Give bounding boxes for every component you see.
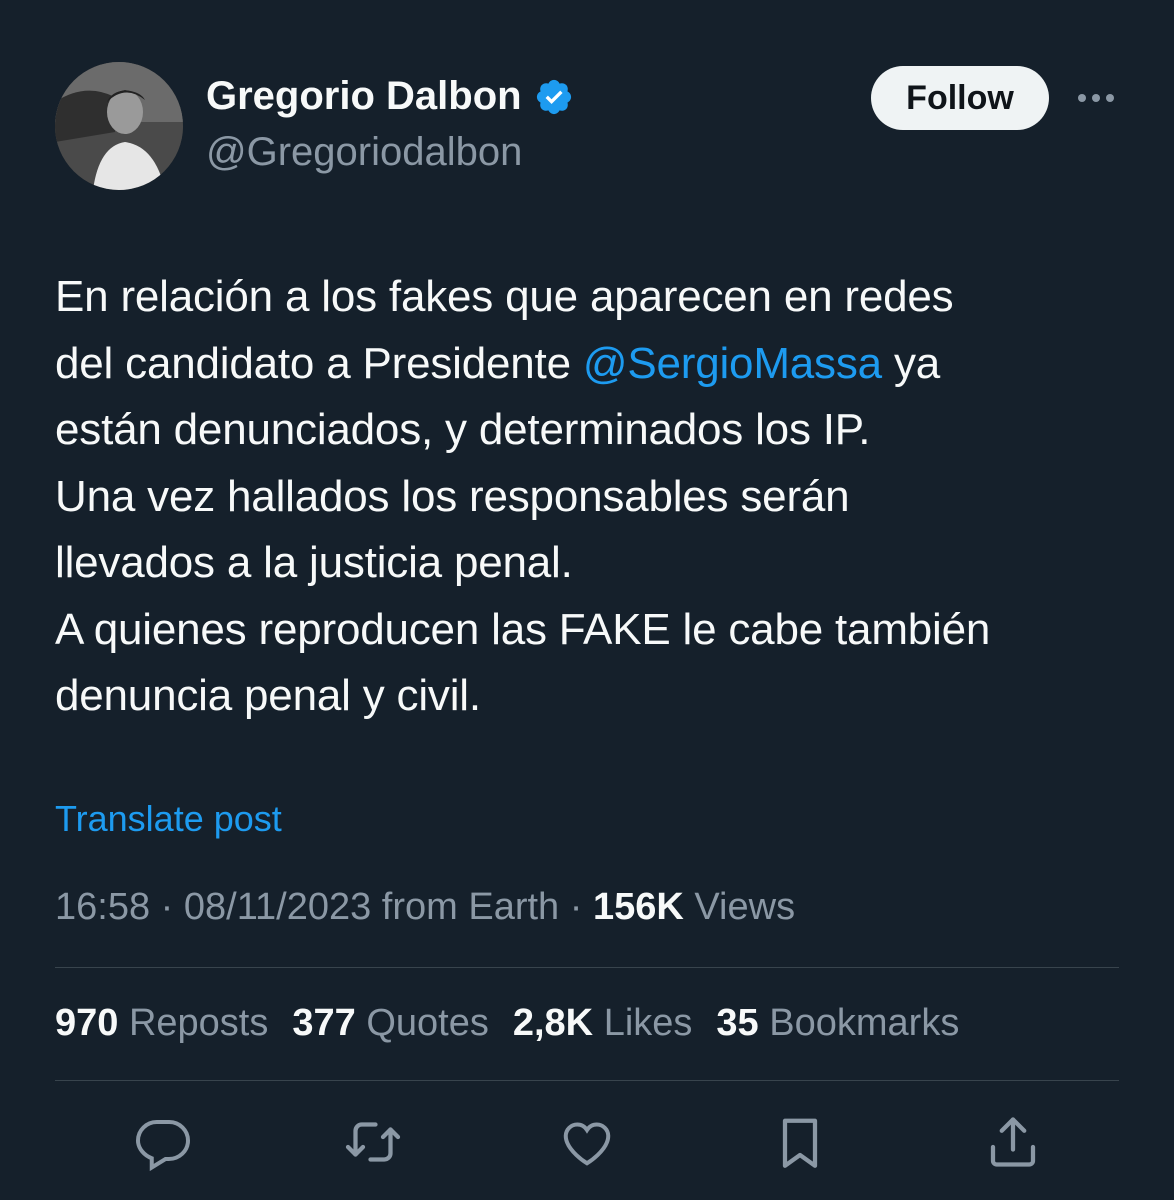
tweet-source: from Earth [371,886,560,928]
tweet-line: del candidato a Presidente @SergioMassa … [55,331,1125,398]
bookmark-icon[interactable] [770,1112,830,1172]
divider [55,1080,1119,1081]
mention-link[interactable]: @SergioMassa [583,339,882,388]
bookmarks-stat[interactable]: 35 Bookmarks [716,1002,959,1045]
reposts-stat[interactable]: 970 Reposts [55,1002,268,1045]
follow-button[interactable]: Follow [871,66,1049,130]
tweet-line: A quienes reproducen las FAKE le cabe ta… [55,604,991,654]
quotes-stat[interactable]: 377 Quotes [292,1002,488,1045]
tweet-line: Una vez hallados los responsables serán [55,471,850,521]
tweet-date[interactable]: 08/11/2023 [184,886,371,928]
share-icon[interactable] [983,1112,1043,1172]
likes-label: Likes [593,1002,693,1044]
reply-icon[interactable] [133,1112,193,1172]
tweet-line-text: ya [881,338,941,388]
tweet-line: denuncia penal y civil. [55,671,481,720]
quotes-label: Quotes [355,1002,489,1044]
engagement-stats: 970 Reposts 377 Quotes 2,8K Likes 35 Boo… [55,1002,959,1045]
quotes-count: 377 [292,1002,356,1044]
tweet-text: En relación a los fakes que aparecen en … [55,264,1125,730]
like-icon[interactable] [557,1112,617,1172]
reposts-count: 970 [55,1002,119,1044]
translate-post-link[interactable]: Translate post [55,798,282,840]
profile-photo-icon [55,62,183,190]
likes-count: 2,8K [512,1002,594,1044]
bookmarks-label: Bookmarks [758,1002,960,1044]
tweet-meta: 16:58 · 08/11/2023 from Earth · 156K Vie… [55,886,795,929]
meta-separator: · [559,886,593,928]
author-handle[interactable]: @Gregoriodalbon [206,130,522,175]
likes-stat[interactable]: 2,8K Likes [513,1002,693,1045]
author-display-name[interactable]: Gregorio Dalbon [206,74,522,119]
tweet-line: En relación a los fakes que aparecen en … [55,272,954,321]
more-horizontal-icon[interactable] [1072,86,1120,110]
tweet-line-text: del candidato a Presidente [55,338,583,388]
bookmarks-count: 35 [716,1002,759,1044]
views-count: 156K [592,886,684,928]
reposts-label: Reposts [118,1002,269,1044]
avatar[interactable] [55,62,183,190]
tweet-line: están denunciados, y determinados los IP… [55,405,871,454]
author-name-row[interactable]: Gregorio Dalbon [206,74,574,119]
repost-icon[interactable] [343,1112,403,1172]
tweet-line: llevados a la justicia penal. [55,538,573,587]
verified-badge-icon[interactable] [534,77,574,117]
action-bar [55,1112,1119,1172]
divider [55,967,1119,968]
meta-separator: · [150,886,184,928]
views-label: Views [683,886,796,928]
tweet-time[interactable]: 16:58 [55,886,150,928]
